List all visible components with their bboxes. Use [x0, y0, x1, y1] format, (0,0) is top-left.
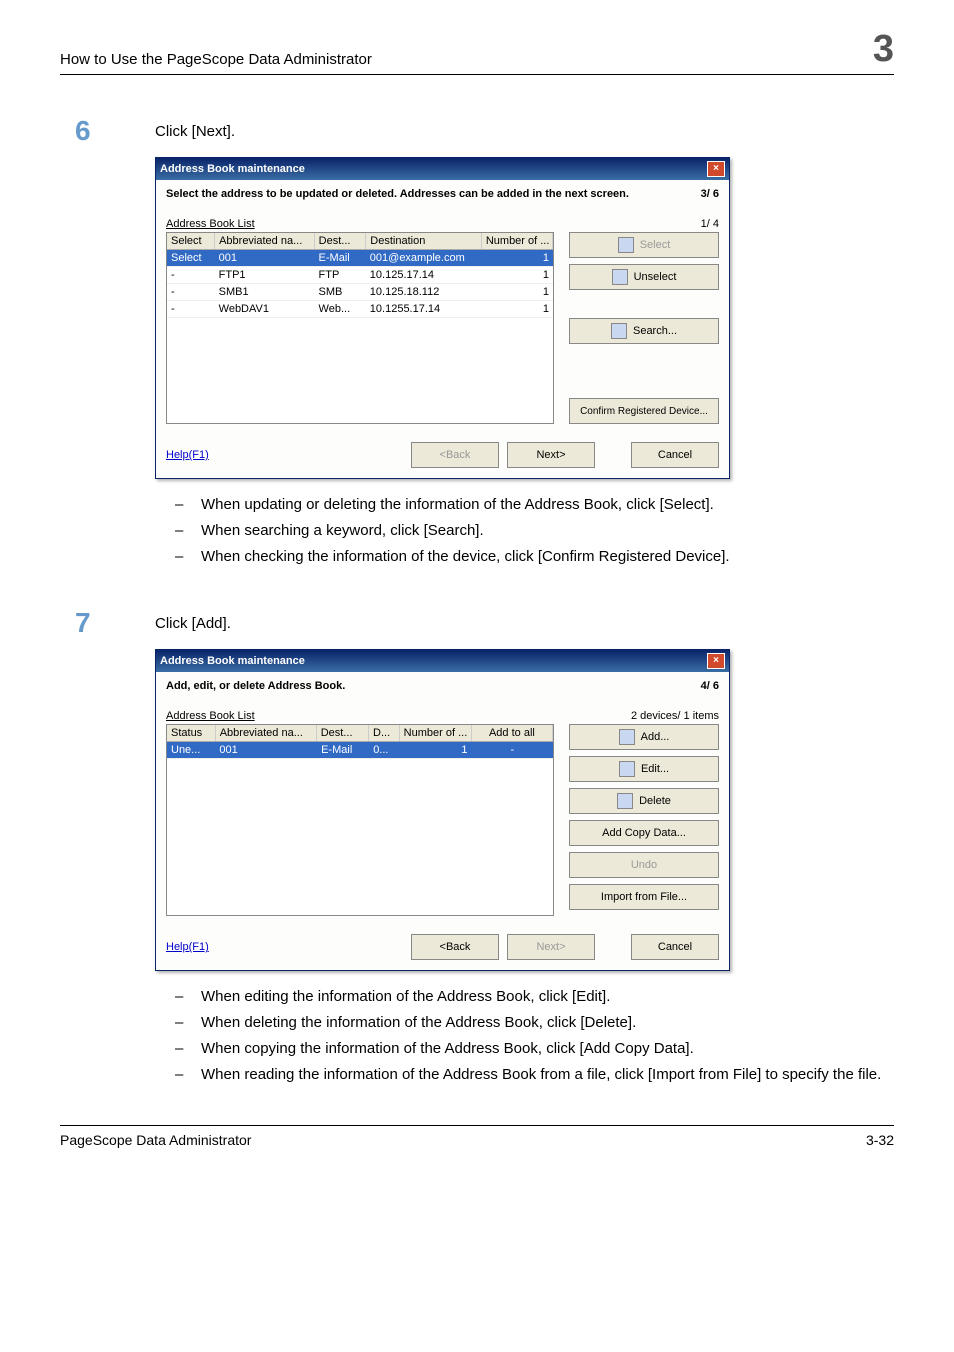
select-icon	[618, 237, 634, 253]
dialog-title: Address Book maintenance	[160, 655, 305, 667]
search-button[interactable]: Search...	[569, 318, 719, 344]
address-book-list-label: Address Book List	[166, 710, 255, 722]
close-icon[interactable]: ×	[707, 653, 725, 669]
next-button[interactable]: Next>	[507, 934, 595, 960]
edit-icon	[619, 761, 635, 777]
undo-button[interactable]: Undo	[569, 852, 719, 878]
chapter-number: 3	[873, 30, 894, 68]
add-icon	[619, 729, 635, 745]
unselect-icon	[612, 269, 628, 285]
dialog-instruction: Select the address to be updated or dele…	[166, 188, 629, 200]
table-row[interactable]: - SMB1 SMB 10.125.18.112 1	[167, 284, 553, 301]
col-abbrev[interactable]: Abbreviated na...	[215, 233, 315, 249]
import-from-file-button[interactable]: Import from File...	[569, 884, 719, 910]
col-destination[interactable]: Destination	[366, 233, 482, 249]
address-book-list-label: Address Book List	[166, 218, 255, 230]
select-button[interactable]: Select	[569, 232, 719, 258]
bullets-step7: –When editing the information of the Add…	[175, 986, 894, 1085]
table-row[interactable]: - WebDAV1 Web... 10.1255.17.14 1	[167, 301, 553, 318]
col-addtoall[interactable]: Add to all	[472, 725, 553, 741]
address-book-list-count: 2 devices/ 1 items	[631, 710, 719, 722]
delete-button[interactable]: Delete	[569, 788, 719, 814]
bullets-step6: –When updating or deleting the informati…	[175, 494, 894, 567]
add-button[interactable]: Add...	[569, 724, 719, 750]
header-title: How to Use the PageScope Data Administra…	[60, 51, 372, 68]
dialog-instruction: Add, edit, or delete Address Book.	[166, 680, 345, 692]
step-text-6: Click [Next].	[155, 115, 894, 147]
col-status[interactable]: Status	[167, 725, 216, 741]
help-link[interactable]: Help(F1)	[166, 941, 209, 953]
footer-right: 3-32	[866, 1132, 894, 1148]
col-abbrev[interactable]: Abbreviated na...	[216, 725, 317, 741]
add-copy-data-button[interactable]: Add Copy Data...	[569, 820, 719, 846]
footer-left: PageScope Data Administrator	[60, 1132, 251, 1148]
close-icon[interactable]: ×	[707, 161, 725, 177]
col-number[interactable]: Number of ...	[482, 233, 553, 249]
dialog-progress: 4/ 6	[701, 680, 719, 692]
unselect-button[interactable]: Unselect	[569, 264, 719, 290]
address-table[interactable]: Select Abbreviated na... Dest... Destina…	[166, 232, 554, 424]
page-footer: PageScope Data Administrator 3-32	[60, 1125, 894, 1148]
step-text-7: Click [Add].	[155, 607, 894, 639]
address-table[interactable]: Status Abbreviated na... Dest... D... Nu…	[166, 724, 554, 916]
table-row[interactable]: Une... 001 E-Mail 0... 1 -	[167, 742, 553, 759]
cancel-button[interactable]: Cancel	[631, 442, 719, 468]
titlebar: Address Book maintenance ×	[156, 158, 729, 180]
step-number-7: 7	[60, 607, 155, 639]
confirm-device-button[interactable]: Confirm Registered Device...	[569, 398, 719, 424]
dialog-progress: 3/ 6	[701, 188, 719, 200]
edit-button[interactable]: Edit...	[569, 756, 719, 782]
page-header: How to Use the PageScope Data Administra…	[60, 30, 894, 75]
col-dest-type[interactable]: Dest...	[315, 233, 367, 249]
dialog-step6: Address Book maintenance × Select the ad…	[155, 157, 730, 479]
delete-icon	[617, 793, 633, 809]
back-button[interactable]: <Back	[411, 934, 499, 960]
col-select[interactable]: Select	[167, 233, 215, 249]
dialog-title: Address Book maintenance	[160, 163, 305, 175]
help-link[interactable]: Help(F1)	[166, 449, 209, 461]
col-dest-type[interactable]: Dest...	[317, 725, 369, 741]
back-button[interactable]: <Back	[411, 442, 499, 468]
col-d[interactable]: D...	[369, 725, 400, 741]
dialog-step7: Address Book maintenance × Add, edit, or…	[155, 649, 730, 971]
titlebar: Address Book maintenance ×	[156, 650, 729, 672]
step-number-6: 6	[60, 115, 155, 147]
search-icon	[611, 323, 627, 339]
address-book-list-count: 1/ 4	[701, 218, 719, 230]
col-number[interactable]: Number of ...	[400, 725, 472, 741]
cancel-button[interactable]: Cancel	[631, 934, 719, 960]
table-row[interactable]: - FTP1 FTP 10.125.17.14 1	[167, 267, 553, 284]
table-row[interactable]: Select 001 E-Mail 001@example.com 1	[167, 250, 553, 267]
next-button[interactable]: Next>	[507, 442, 595, 468]
